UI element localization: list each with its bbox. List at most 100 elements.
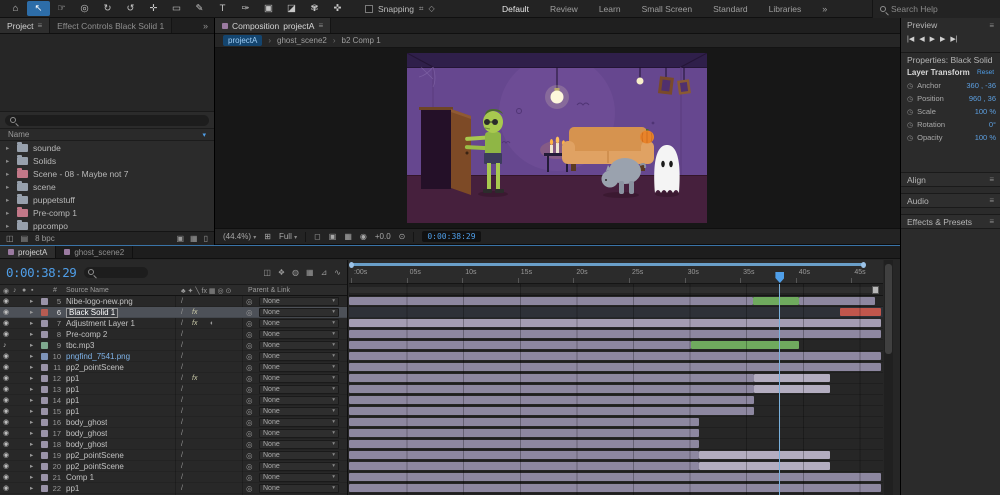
layer-row[interactable]: ♪ ▸ 9 tbc.mp3 / ◎ None ▾	[0, 340, 347, 351]
playhead[interactable]	[779, 284, 780, 495]
layer-bar[interactable]	[691, 341, 799, 349]
project-item[interactable]: ▸ Solids	[0, 154, 214, 167]
layer-row[interactable]: ◉ ▸ 16 body_ghost / ◎ None ▾	[0, 417, 347, 428]
layer-name[interactable]: pp2_pointScene	[66, 364, 124, 372]
comp-marker[interactable]	[872, 286, 879, 294]
layer-visibility-toggle[interactable]: ◉	[3, 364, 9, 372]
layer-duration-track[interactable]	[349, 406, 883, 417]
layer-label-color[interactable]	[41, 331, 48, 338]
layer-label-color[interactable]	[41, 397, 48, 404]
exposure-value[interactable]: +0.0	[375, 232, 391, 241]
workspace-tab[interactable]: Default	[502, 4, 529, 14]
play-button[interactable]: ▶	[930, 35, 935, 43]
work-area-bar[interactable]	[349, 284, 883, 296]
layer-duration-track[interactable]	[349, 439, 883, 450]
parent-dropdown[interactable]: None ▾	[259, 385, 339, 394]
timeline-search-input[interactable]	[84, 267, 148, 278]
timeline-tab[interactable]: ghost_scene2	[56, 246, 133, 258]
parent-pickwhip-icon[interactable]: ◎	[246, 397, 253, 405]
layer-bar[interactable]	[349, 319, 881, 327]
scrollbar-thumb[interactable]	[885, 264, 892, 354]
snapshot-icon[interactable]: ⊙	[399, 232, 406, 241]
layer-bar[interactable]	[349, 363, 881, 371]
snapping-checkbox[interactable]	[365, 5, 373, 13]
layer-duration-track[interactable]	[349, 362, 883, 373]
audio-column-icon[interactable]: ♪	[13, 287, 17, 294]
stopwatch-icon[interactable]: ◷	[907, 134, 913, 142]
parent-dropdown[interactable]: None ▾	[259, 429, 339, 438]
property-value[interactable]: 0°	[989, 120, 996, 129]
parent-dropdown[interactable]: None ▾	[259, 308, 339, 317]
layer-quality-switch[interactable]: /	[181, 331, 183, 339]
breadcrumb-projecta[interactable]: projectA	[223, 35, 262, 46]
layer-expander[interactable]: ▸	[30, 386, 33, 394]
parent-pickwhip-icon[interactable]: ◎	[246, 342, 253, 350]
layer-visibility-toggle[interactable]: ◉	[3, 474, 9, 482]
workspace-tab[interactable]: Small Screen	[642, 4, 693, 14]
layer-row[interactable]: ◉ ▸ 22 pp1 / ◎ None ▾	[0, 483, 347, 494]
parent-pickwhip-icon[interactable]: ◎	[246, 430, 253, 438]
layer-row[interactable]: ◉ ▸ 13 pp1 / ◎ None ▾	[0, 384, 347, 395]
layer-duration-track[interactable]	[349, 417, 883, 428]
parent-pickwhip-icon[interactable]: ◎	[246, 364, 253, 372]
shape-tool[interactable]: ▭	[165, 1, 188, 16]
layer-label-color[interactable]	[41, 353, 48, 360]
parent-pickwhip-icon[interactable]: ◎	[246, 320, 253, 328]
roto-brush-tool[interactable]: ✾	[303, 1, 326, 16]
parent-pickwhip-icon[interactable]: ◎	[246, 419, 253, 427]
layer-name[interactable]: pp1	[66, 397, 79, 405]
properties-panel-header[interactable]: Properties: Black Solid	[901, 52, 1000, 66]
layer-row[interactable]: ◉ ▸ 12 pp1 / fx ◎ None ▾	[0, 373, 347, 384]
layer-name[interactable]: pp1	[66, 375, 79, 383]
lock-column-icon[interactable]: ▪	[31, 287, 33, 294]
layer-duration-track[interactable]	[349, 395, 883, 406]
rotation-tool[interactable]: ↺	[119, 1, 142, 16]
hide-shy-layers-icon[interactable]: ◍	[292, 268, 299, 277]
layer-duration-track[interactable]	[349, 340, 883, 351]
puppet-pin-tool[interactable]: ✜	[326, 1, 349, 16]
layer-expander[interactable]: ▸	[30, 397, 33, 405]
parent-dropdown[interactable]: None ▾	[259, 440, 339, 449]
project-item[interactable]: ▸ sounde	[0, 141, 214, 154]
layer-bar[interactable]	[349, 440, 699, 448]
layer-bar[interactable]	[349, 396, 754, 404]
layer-bar[interactable]	[349, 473, 881, 481]
reset-button[interactable]: Reset	[977, 69, 994, 76]
stopwatch-icon[interactable]: ◷	[907, 82, 913, 90]
layer-bar[interactable]	[753, 297, 798, 305]
layer-bar[interactable]	[349, 341, 691, 349]
layer-quality-switch[interactable]: /	[181, 452, 183, 460]
motion-blur-icon[interactable]: ⊿	[321, 268, 328, 277]
layer-name[interactable]: body_ghost	[66, 419, 107, 427]
help-search-input[interactable]: Search Help	[872, 0, 1000, 18]
layer-expander[interactable]: ▸	[30, 452, 33, 460]
parent-dropdown[interactable]: None ▾	[259, 319, 339, 328]
tab-effect-controls[interactable]: Effect Controls Black Solid 1	[50, 18, 172, 33]
layer-name[interactable]: pp2_pointScene	[66, 452, 124, 460]
layer-visibility-toggle[interactable]: ◉	[3, 408, 9, 416]
layer-expander[interactable]: ▸	[30, 441, 33, 449]
parent-dropdown[interactable]: None ▾	[259, 484, 339, 493]
parent-dropdown[interactable]: None ▾	[259, 330, 339, 339]
layer-row[interactable]: ◉ ▸ 19 pp2_pointScene / ◎ None ▾	[0, 450, 347, 461]
snap-to-edges-icon[interactable]: ⌗	[419, 4, 424, 14]
parent-dropdown[interactable]: None ▾	[259, 363, 339, 372]
expander-icon[interactable]: ▸	[6, 209, 12, 217]
layer-audio-toggle[interactable]: ♪	[3, 342, 7, 350]
layer-name[interactable]: Black Solid 1	[66, 308, 118, 318]
workspace-tab[interactable]: Review	[550, 4, 578, 14]
layer-bar[interactable]	[349, 462, 699, 470]
stopwatch-icon[interactable]: ◷	[907, 121, 913, 129]
frame-blending-icon[interactable]: ▦	[306, 268, 314, 277]
layer-label-color[interactable]	[41, 320, 48, 327]
layer-expander[interactable]: ▸	[30, 419, 33, 427]
layer-fx-badge[interactable]: fx	[192, 320, 197, 328]
layer-row[interactable]: ◉ ▸ 20 pp2_pointScene / ◎ None ▾	[0, 461, 347, 472]
panel-menu-icon[interactable]: ≡	[37, 21, 42, 30]
graph-editor-icon[interactable]: ∿	[334, 268, 341, 277]
effects-presets-panel-header[interactable]: Effects & Presets ≡	[901, 214, 1000, 229]
selection-tool[interactable]: ↖	[27, 1, 50, 16]
property-value[interactable]: 960 , 36	[969, 94, 996, 103]
layer-row[interactable]: ◉ ▸ 11 pp2_pointScene / ◎ None ▾	[0, 362, 347, 373]
layer-label-color[interactable]	[41, 386, 48, 393]
